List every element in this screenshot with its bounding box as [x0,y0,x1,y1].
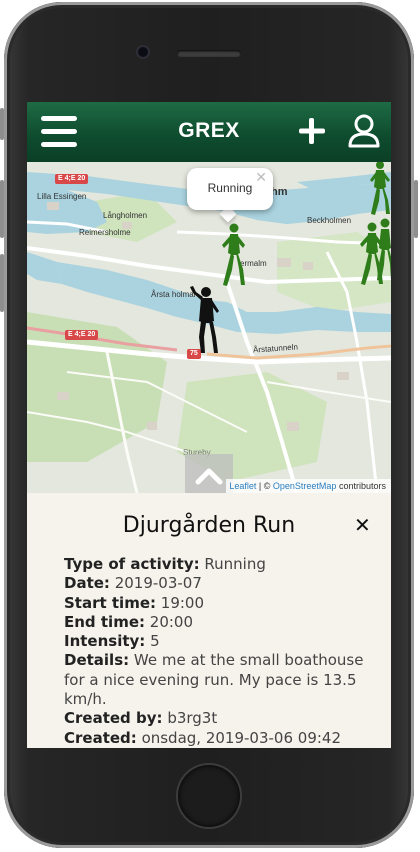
detail-label: Intensity: [64,632,146,651]
mute-switch [0,108,4,140]
detail-value: 2019-03-07 [114,574,202,593]
detail-label: Details: [64,651,130,670]
road-shield: E 4;E 20 [55,174,89,184]
detail-row-date: Date: 2019-03-07 [64,574,364,593]
attribution-separator: | © [258,481,271,491]
app-brand: GREX [178,119,240,142]
attribution-suffix: contributors [338,481,386,491]
running-marker[interactable] [219,223,247,287]
front-camera [138,47,148,57]
detail-value: 20:00 [149,612,194,631]
power-button [414,180,418,238]
earpiece-speaker [177,50,241,57]
detail-row-intensity: Intensity: 5 [64,632,364,651]
detail-row-activity: Type of activity: Running [64,555,364,574]
detail-value: onsdag, 2019-03-06 09:42 [141,728,342,747]
map-attribution: Leaflet | © OpenStreetMap contributors [226,479,391,493]
detail-value: b3rg3t [167,709,218,728]
detail-value: 5 [150,632,160,651]
map-label: Beckholmen [307,216,352,225]
map-label: Långholmen [103,211,148,220]
detail-label: Type of activity: [64,555,200,573]
event-details-panel: Djurgården Run ✕ Type of activity: Runni… [27,493,391,748]
detail-row-created: Created: onsdag, 2019-03-06 09:42 [64,729,364,748]
close-icon[interactable]: ✕ [354,515,371,535]
user-location-marker[interactable] [187,285,223,355]
detail-value: 19:00 [160,593,205,612]
volume-up-button [0,180,4,238]
detail-row-created-by: Created by: b3rg3t [64,709,364,728]
user-icon[interactable] [347,112,381,150]
openstreetmap-link[interactable]: OpenStreetMap [273,481,337,491]
detail-value: Running [204,555,266,573]
road-shield: E 4;E 20 [65,330,99,340]
detail-row-end-time: End time: 20:00 [64,613,364,632]
detail-label: Date: [64,574,110,593]
map-label: Reimersholme [79,228,131,237]
running-marker[interactable] [368,162,391,216]
map-label: Lilla Essingen [37,192,87,201]
map-view[interactable]: Lilla Essingen Långholmen Reimersholme Å… [27,162,391,493]
detail-row-start-time: Start time: 19:00 [64,594,364,613]
volume-down-button [0,254,4,312]
detail-row-details: Details: We me at the small boathouse fo… [64,651,364,709]
leaflet-link[interactable]: Leaflet [229,481,256,491]
event-details: Type of activity: Running Date: 2019-03-… [64,555,364,748]
detail-label: End time: [64,612,145,631]
running-marker[interactable] [375,218,391,282]
detail-label: Start time: [64,593,156,612]
event-title: Djurgården Run [122,513,296,538]
detail-label: Created by: [64,709,163,728]
popup-close-icon[interactable]: ✕ [255,170,267,186]
top-navbar: GREX [27,102,391,162]
plus-icon[interactable] [295,114,329,148]
detail-label: Created: [64,728,137,747]
marker-popup: Running ✕ [187,168,273,210]
app-screen: GREX Lilla Essingen Långholmen Reimersho… [27,102,391,748]
map-label: hm [271,186,288,198]
home-button[interactable] [178,765,240,827]
